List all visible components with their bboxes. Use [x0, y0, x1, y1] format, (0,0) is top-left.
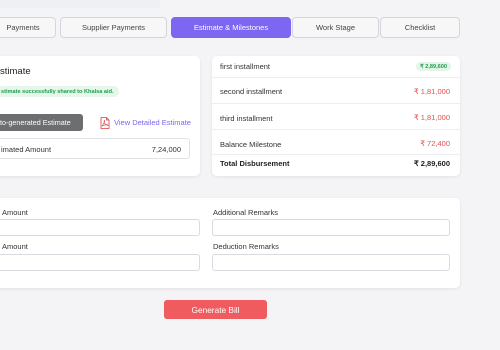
installment-row-first: first installment ₹ 2,89,600 [212, 56, 460, 78]
tab-label: Work Stage [315, 23, 356, 32]
additional-remarks-label: Additional Remarks [213, 208, 279, 217]
amount-label-2: Amount [2, 242, 28, 251]
total-disbursement-row: Total Disbursement ₹ 2,89,600 [212, 155, 460, 173]
estimated-amount-value: 7,24,000 [151, 145, 181, 154]
auto-generated-estimate-button[interactable]: to-generated Estimate [0, 114, 83, 131]
share-success-badge: stimate successfully shared to Khalsa ai… [0, 86, 119, 97]
tab-label: Checklist [404, 23, 436, 32]
view-detailed-estimate-label: View Detailed Estimate [114, 117, 191, 127]
view-detailed-estimate-link[interactable]: View Detailed Estimate [100, 116, 191, 129]
estimated-amount-box: imated Amount 7,24,000 [0, 138, 190, 159]
amount-input-1[interactable] [0, 219, 200, 236]
total-disbursement-value: ₹ 2,89,600 [413, 159, 450, 168]
installment-value: ₹ 72,400 [420, 139, 450, 148]
installment-value: ₹ 1,81,000 [413, 113, 450, 122]
paid-badge: ₹ 2,89,600 [416, 62, 451, 71]
estimated-amount-label: imated Amount [1, 145, 52, 154]
deduction-remarks-input[interactable] [212, 254, 450, 271]
installment-label: Balance Milestone [220, 140, 282, 149]
installment-row-second: second installment ₹ 1,81,000 [212, 78, 460, 104]
installment-row-balance: Balance Milestone ₹ 72,400 [212, 130, 460, 155]
tab-label: Payments [6, 23, 40, 32]
tab-checklist[interactable]: Checklist [380, 17, 460, 38]
total-disbursement-label: Total Disbursement [220, 159, 290, 168]
pdf-icon [100, 116, 110, 129]
installments-card: first installment ₹ 2,89,600 second inst… [212, 56, 460, 176]
installment-label: second installment [220, 87, 283, 96]
additional-remarks-input[interactable] [212, 219, 450, 236]
tab-label: Supplier Payments [82, 23, 145, 32]
tab-work-stage[interactable]: Work Stage [292, 17, 379, 38]
deduction-remarks-label: Deduction Remarks [213, 242, 279, 251]
estimate-title: stimate [0, 66, 31, 77]
installment-label: third installment [220, 114, 273, 123]
installment-value: ₹ 1,81,000 [413, 87, 450, 96]
tab-supplier-payments[interactable]: Supplier Payments [60, 17, 167, 38]
installment-row-third: third installment ₹ 1,81,000 [212, 104, 460, 130]
tab-label: Estimate & Milestones [193, 23, 269, 32]
tab-estimate-milestones[interactable]: Estimate & Milestones [171, 17, 291, 38]
generate-bill-button[interactable]: Generate Bill [164, 300, 267, 319]
amount-input-2[interactable] [0, 254, 200, 271]
installment-label: first installment [220, 62, 271, 71]
tab-payments[interactable]: Payments [0, 17, 56, 38]
amount-label-1: Amount [2, 208, 28, 217]
top-header-strip [0, 0, 160, 8]
